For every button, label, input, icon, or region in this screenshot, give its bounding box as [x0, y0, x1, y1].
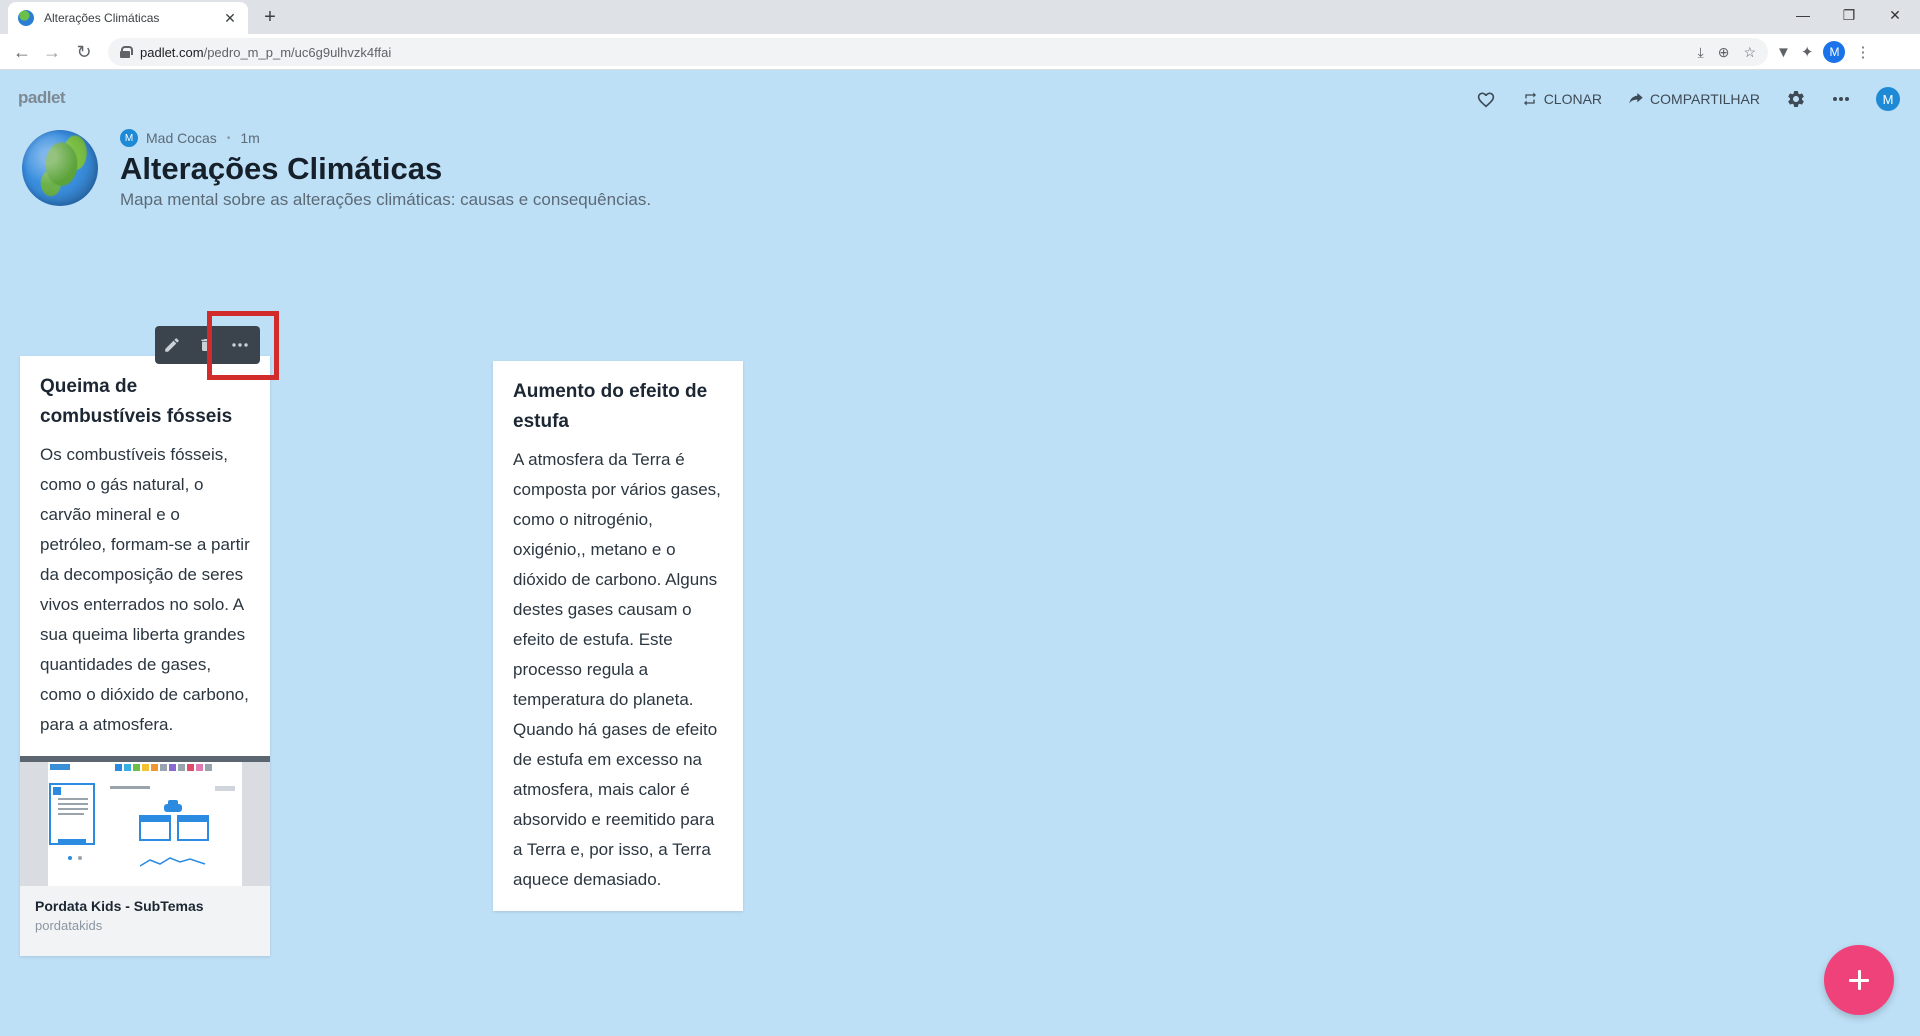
more-options-button[interactable]	[1832, 96, 1850, 102]
extensions-puzzle-icon[interactable]: ✦	[1801, 43, 1814, 61]
post-card[interactable]: Aumento do efeito de estufa A atmosfera …	[493, 361, 743, 911]
post-body: Os combustíveis fósseis, como o gás natu…	[40, 445, 250, 734]
bookmark-star-icon[interactable]: ☆	[1743, 44, 1756, 61]
link-attachment[interactable]: Pordata Kids - SubTemas pordatakids	[20, 756, 270, 956]
extension-shield-icon[interactable]: ▼	[1776, 44, 1791, 61]
add-post-button[interactable]	[1824, 945, 1894, 1015]
meta-separator: •	[226, 132, 231, 144]
profile-avatar[interactable]: M	[1823, 41, 1846, 63]
page-title: Alterações Climáticas	[120, 151, 443, 186]
attachment-source: pordatakids	[35, 918, 103, 933]
reload-icon[interactable]: ↻	[70, 38, 98, 66]
padlet-globe-icon	[22, 130, 98, 206]
tab-title: Alterações Climáticas	[44, 11, 160, 25]
url-host: padlet.com	[140, 44, 204, 60]
forward-icon[interactable]: →	[38, 38, 66, 66]
lock-icon[interactable]	[120, 46, 133, 58]
clone-icon	[1523, 92, 1536, 106]
padlet-toolbar: CLONAR COMPARTILHAR M	[1450, 86, 1900, 112]
browser-tab[interactable]: Alterações Climáticas ✕	[8, 2, 248, 34]
globe-favicon-icon	[18, 10, 34, 26]
install-app-icon[interactable]: ⤓	[1698, 44, 1704, 61]
zoom-icon[interactable]: ⊕	[1718, 44, 1730, 61]
post-time: 1m	[240, 130, 260, 146]
edit-post-button[interactable]	[155, 326, 189, 364]
attachment-title: Pordata Kids - SubTemas	[35, 898, 204, 914]
more-horizontal-icon	[1833, 97, 1849, 101]
restore-icon[interactable]: ❐	[1826, 0, 1872, 30]
post-title: Queima de combustíveis fósseis	[40, 376, 233, 427]
plus-icon	[1849, 970, 1869, 990]
close-window-icon[interactable]: ✕	[1872, 0, 1918, 30]
share-label: COMPARTILHAR	[1650, 91, 1760, 107]
author-name[interactable]: Mad Cocas	[146, 130, 217, 146]
chrome-menu-icon[interactable]: ⋮	[1855, 43, 1870, 61]
url-text: padlet.com/pedro_m_p_m/uc6g9ulhvzk4ffai	[140, 45, 391, 60]
browser-tabbar: Alterações Climáticas ✕ + — ❐ ✕	[0, 0, 1920, 34]
clone-button[interactable]: CLONAR	[1522, 91, 1602, 107]
browser-toolbar: ← → ↻ padlet.com/pedro_m_p_m/uc6g9ulhvzk…	[0, 34, 1920, 70]
back-icon[interactable]: ←	[8, 38, 36, 66]
share-button[interactable]: COMPARTILHAR	[1628, 91, 1760, 107]
like-button[interactable]	[1476, 90, 1496, 108]
post-title: Aumento do efeito de estufa	[513, 381, 708, 432]
post-body: A atmosfera da Terra é composta por vári…	[513, 450, 721, 889]
author-avatar[interactable]: M	[120, 129, 138, 147]
minimize-icon[interactable]: —	[1780, 0, 1826, 30]
heart-icon	[1477, 92, 1494, 108]
url-path: /pedro_m_p_m/uc6g9ulhvzk4ffai	[203, 44, 392, 60]
user-avatar[interactable]: M	[1876, 87, 1900, 111]
share-arrow-icon	[1629, 93, 1643, 104]
attachment-thumbnail	[20, 756, 270, 886]
page-description: Mapa mental sobre as alterações climátic…	[120, 190, 652, 209]
new-tab-icon[interactable]: +	[258, 6, 282, 28]
close-tab-icon[interactable]: ✕	[222, 10, 238, 27]
clone-label: CLONAR	[1543, 91, 1603, 107]
thumbnail-preview-image	[20, 756, 270, 886]
gear-icon	[1788, 91, 1804, 107]
highlight-box	[207, 311, 279, 380]
pencil-icon	[165, 338, 179, 352]
padlet-logo[interactable]: padlet	[18, 88, 66, 108]
post-card[interactable]: Queima de combustíveis fósseis Os combus…	[20, 356, 270, 956]
address-bar[interactable]: padlet.com/pedro_m_p_m/uc6g9ulhvzk4ffai …	[108, 38, 1768, 66]
author-meta: M Mad Cocas • 1m	[120, 129, 260, 147]
settings-button[interactable]	[1786, 89, 1806, 109]
